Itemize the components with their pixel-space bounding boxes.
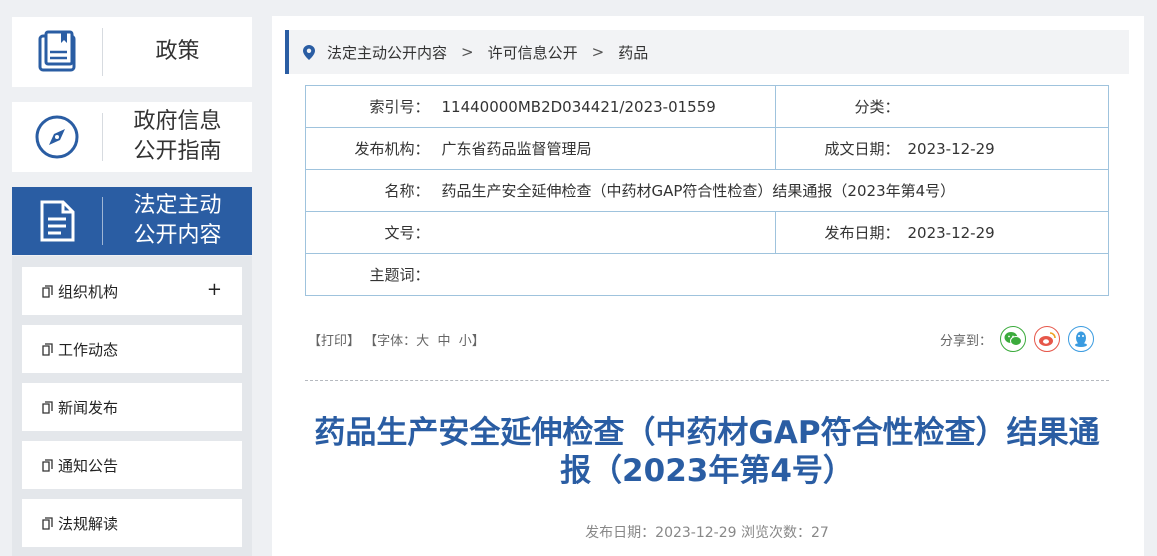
- article-title: 药品生产安全延伸检查（中药材GAP符合性检查）结果通报（2023年第4号）: [314, 415, 1100, 489]
- sidebar-card-label: 政策: [155, 39, 200, 64]
- written-date-value: 2023-12-29: [905, 127, 1109, 170]
- sidebar-card-guide[interactable]: 政府信息 公开指南: [12, 102, 252, 172]
- name-label: 名称：: [305, 169, 436, 212]
- index-label: 索引号：: [305, 85, 436, 128]
- weibo-icon: [1039, 332, 1056, 346]
- font-large-button[interactable]: 大: [416, 334, 429, 349]
- share-bar: 分享到：: [940, 326, 1095, 352]
- sidebar-item-regulation-interpretation[interactable]: 法规解读: [22, 499, 242, 547]
- weibo-share-button[interactable]: [1034, 326, 1061, 352]
- print-button[interactable]: 【打印】: [308, 334, 360, 349]
- chevron-right-icon: >: [591, 43, 605, 61]
- sidebar-item-label: 通知公告: [58, 456, 119, 475]
- category-value: [905, 85, 1109, 128]
- sidebar-item-label: 组织机构: [58, 282, 119, 301]
- sidebar-card-label: 法定主动 公开内容: [133, 193, 222, 248]
- sidebar-item-notices[interactable]: 通知公告: [22, 441, 242, 489]
- page-icon: [42, 284, 53, 298]
- font-size-prefix: 【字体：: [364, 334, 417, 349]
- issuer-value: 广东省药品监督管理局: [435, 127, 776, 170]
- wechat-share-button[interactable]: [1000, 326, 1027, 352]
- share-label: 分享到：: [940, 333, 993, 349]
- article-publish-info: 发布日期：2023-12-29 浏览次数：27: [585, 525, 829, 541]
- sidebar-item-label: 新闻发布: [58, 398, 119, 417]
- page-icon: [42, 458, 53, 472]
- breadcrumb-link-license[interactable]: 许可信息公开: [488, 42, 578, 63]
- subject-value: [435, 253, 1109, 296]
- subject-label: 主题词：: [305, 253, 436, 296]
- sidebar-item-press-release[interactable]: 新闻发布: [22, 383, 242, 431]
- issuer-label: 发布机构：: [305, 127, 436, 170]
- compass-icon: [12, 114, 102, 160]
- sidebar-card-label: 政府信息 公开指南: [133, 109, 222, 164]
- sidebar-card-statutory[interactable]: 法定主动 公开内容: [12, 187, 252, 255]
- chevron-right-icon: >: [461, 43, 474, 61]
- page-icon: [42, 400, 53, 414]
- expand-icon[interactable]: +: [207, 279, 222, 300]
- qq-share-button[interactable]: [1068, 326, 1095, 352]
- policy-book-icon: [12, 30, 102, 74]
- sidebar-card-policy[interactable]: 政策: [12, 17, 252, 87]
- page-icon: [42, 516, 53, 530]
- font-medium-button[interactable]: 中: [437, 334, 450, 349]
- breadcrumb: 法定主动公开内容 > 许可信息公开 > 药品: [285, 30, 1129, 74]
- sidebar-submenu: 组织机构 + 工作动态 新闻发布 通知公告 法规解读: [12, 256, 252, 556]
- dashed-divider: [305, 380, 1109, 381]
- written-date-label: 成文日期：: [775, 127, 906, 170]
- page-icon: [42, 342, 53, 356]
- index-value: 11440000MB2D034421/2023-01559: [435, 85, 776, 128]
- sidebar-item-work-news[interactable]: 工作动态: [22, 325, 242, 373]
- document-meta-table: 索引号： 11440000MB2D034421/2023-01559 分类： 发…: [305, 85, 1109, 296]
- main-content: 法定主动公开内容 > 许可信息公开 > 药品 索引号： 11440000MB2D…: [272, 16, 1144, 556]
- sidebar-item-label: 工作动态: [58, 340, 119, 359]
- page-tools: 【打印】 【字体：大 中 小】: [308, 330, 485, 349]
- sidebar-item-label: 法规解读: [58, 514, 119, 533]
- document-icon: [12, 199, 102, 243]
- doc-number-label: 文号：: [305, 211, 436, 254]
- publish-date-value: 2023-12-29: [905, 211, 1109, 254]
- publish-date-label: 发布日期：: [775, 211, 906, 254]
- qq-icon: [1075, 331, 1088, 347]
- wechat-icon: [1004, 332, 1023, 346]
- sidebar-item-organization[interactable]: 组织机构 +: [22, 267, 242, 315]
- font-small-button[interactable]: 小: [459, 334, 472, 349]
- doc-number-value: [435, 211, 776, 254]
- category-label: 分类：: [775, 85, 906, 128]
- breadcrumb-link-statutory[interactable]: 法定主动公开内容: [327, 42, 447, 63]
- location-pin-icon: [303, 44, 315, 60]
- name-value: 药品生产安全延伸检查（中药材GAP符合性检查）结果通报（2023年第4号）: [435, 169, 1109, 212]
- font-size-suffix: 】: [471, 334, 485, 349]
- breadcrumb-link-drugs[interactable]: 药品: [618, 42, 648, 63]
